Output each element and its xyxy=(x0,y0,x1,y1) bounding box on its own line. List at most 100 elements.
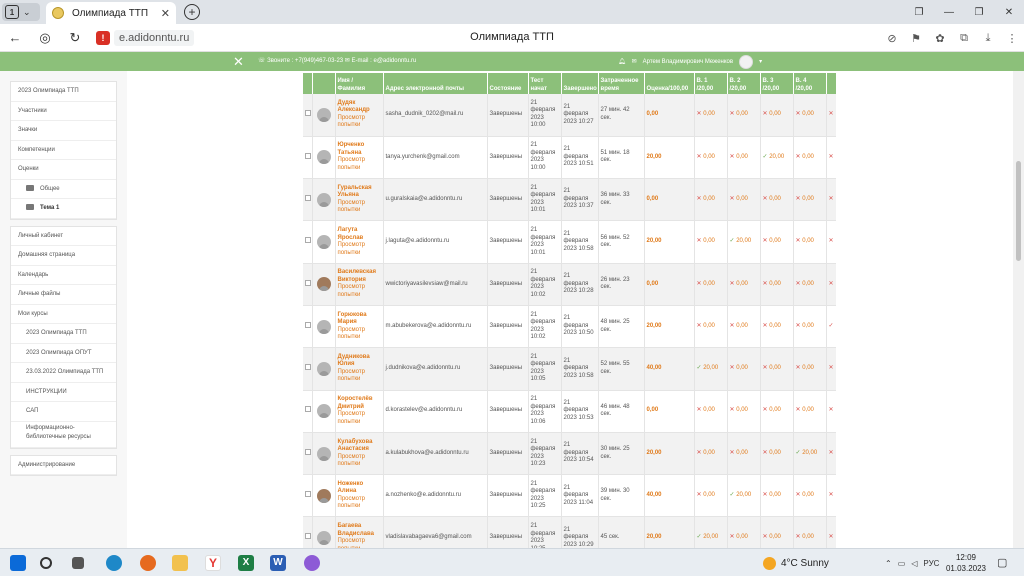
question-score-link[interactable]: 20,00 xyxy=(703,534,718,540)
review-attempt-link[interactable]: Просмотр попытки xyxy=(338,157,381,172)
profile-icon[interactable]: ◎ xyxy=(30,30,60,46)
student-name-link[interactable]: Гуральская Ульяна xyxy=(338,185,381,200)
sidebar-item-folder[interactable]: Общее xyxy=(11,180,116,199)
question-score-link[interactable]: 0,00 xyxy=(802,196,814,202)
question-score-link[interactable]: 0,00 xyxy=(769,492,781,498)
sidebar-item[interactable]: Домашняя страница xyxy=(11,246,116,266)
row-checkbox[interactable] xyxy=(305,152,311,159)
windows-start-icon[interactable] xyxy=(10,555,26,571)
review-attempt-link[interactable]: Просмотр попытки xyxy=(338,538,381,548)
back-icon[interactable]: ← xyxy=(0,30,30,45)
question-score-link[interactable]: 20,00 xyxy=(802,450,817,456)
row-checkbox[interactable] xyxy=(305,110,311,117)
question-score-link[interactable]: 0,00 xyxy=(703,281,715,287)
review-attempt-link[interactable]: Просмотр попытки xyxy=(338,369,381,384)
excel-icon[interactable]: X xyxy=(238,555,254,571)
question-score-link[interactable]: 0,00 xyxy=(769,450,781,456)
review-attempt-link[interactable]: Просмотр попытки xyxy=(338,454,381,469)
header-q4[interactable]: В. 4 /20,00 xyxy=(793,73,827,94)
student-name-link[interactable]: Василевская Виктория xyxy=(338,269,381,284)
row-checkbox[interactable] xyxy=(305,448,311,455)
browser-tab[interactable]: Олимпиада ТТП ✕ xyxy=(46,2,176,24)
chevron-up-icon[interactable]: ⌃ xyxy=(885,559,892,568)
grade-link[interactable]: 20,00 xyxy=(647,450,662,456)
question-score-link[interactable]: 0,00 xyxy=(736,196,748,202)
file-explorer-icon[interactable] xyxy=(172,555,188,571)
student-name-link[interactable]: Багаева Владислава xyxy=(338,523,381,538)
question-score-link[interactable]: 0,00 xyxy=(802,365,814,371)
row-checkbox[interactable] xyxy=(305,533,311,540)
review-attempt-link[interactable]: Просмотр попытки xyxy=(338,115,381,130)
task-view-icon[interactable] xyxy=(72,557,84,569)
grade-link[interactable]: 40,00 xyxy=(647,492,662,498)
close-tab-icon[interactable]: ✕ xyxy=(161,7,170,20)
row-checkbox[interactable] xyxy=(305,194,311,201)
extension-icon[interactable]: ✿ xyxy=(928,32,952,45)
question-score-link[interactable]: 0,00 xyxy=(802,323,814,329)
question-score-link[interactable]: 0,00 xyxy=(703,450,715,456)
network-icon[interactable]: ▭ xyxy=(898,559,906,568)
notification-icon[interactable]: 🔔︎ xyxy=(618,58,626,65)
page-scrollbar[interactable] xyxy=(1013,71,1024,548)
sidebar-item[interactable]: Значки xyxy=(11,121,116,141)
sidebar-item-folder[interactable]: Тема 1 xyxy=(11,199,116,219)
question-score-link[interactable]: 0,00 xyxy=(769,281,781,287)
row-checkbox[interactable] xyxy=(305,364,311,371)
sidebar-item[interactable]: Оценки xyxy=(11,160,116,180)
tab-actions-button[interactable]: 1 ⌄ xyxy=(2,3,40,21)
downloads-icon[interactable]: ⤓ xyxy=(976,32,1000,45)
question-score-link[interactable]: 0,00 xyxy=(703,238,715,244)
grade-link[interactable]: 0,00 xyxy=(647,196,659,202)
url-field[interactable]: e.adidonntu.ru xyxy=(114,29,195,46)
message-icon[interactable]: ✉ xyxy=(632,58,637,65)
minimize-icon[interactable]: — xyxy=(934,7,964,18)
new-tab-button[interactable]: + xyxy=(184,4,200,20)
user-avatar-icon[interactable] xyxy=(316,150,331,165)
header-q3[interactable]: В. 3 /20,00 xyxy=(760,73,794,94)
attempts-table-container[interactable]: Имя / Фамилия Адрес электронной почты Со… xyxy=(303,73,836,548)
question-score-link[interactable]: 0,00 xyxy=(802,238,814,244)
app-icon[interactable] xyxy=(304,555,320,571)
question-score-link[interactable]: 0,00 xyxy=(769,238,781,244)
question-score-link[interactable]: 0,00 xyxy=(703,154,715,160)
chevron-down-icon[interactable]: ▾ xyxy=(759,58,762,65)
sidebar-course-item[interactable]: Информационно-библиотечные ресурсы xyxy=(11,422,116,448)
question-score-link[interactable]: 20,00 xyxy=(703,365,718,371)
student-name-link[interactable]: Дудяк Александр xyxy=(338,100,381,115)
header-spent[interactable]: Затраченное время xyxy=(598,73,645,94)
share-icon[interactable]: ⧉ xyxy=(952,32,976,45)
reload-icon[interactable]: ↻ xyxy=(60,30,90,46)
clock[interactable]: 12:09 01.03.2023 xyxy=(942,552,990,574)
language-indicator[interactable]: РУС xyxy=(923,559,939,568)
user-avatar-icon[interactable] xyxy=(316,235,331,250)
header-q2[interactable]: В. 2 /20,00 xyxy=(727,73,761,94)
question-score-link[interactable]: 0,00 xyxy=(703,492,715,498)
sidebar-course-item[interactable]: 23.03.2022 Олимпиада ТТП xyxy=(11,363,116,383)
sidebar-item[interactable]: Компетенции xyxy=(11,141,116,160)
volume-icon[interactable]: ◁ xyxy=(911,559,917,568)
question-score-link[interactable]: 0,00 xyxy=(736,154,748,160)
question-score-link[interactable]: 0,00 xyxy=(703,196,715,202)
question-score-link[interactable]: 20,00 xyxy=(769,154,784,160)
translate-icon[interactable]: ⊘ xyxy=(880,32,904,45)
user-avatar-icon[interactable] xyxy=(316,107,331,122)
restore-icon[interactable]: ❐ xyxy=(964,7,994,18)
notifications-icon[interactable]: ▢ xyxy=(997,556,1007,569)
user-avatar-icon[interactable] xyxy=(316,192,331,207)
header-q1[interactable]: В. 1 /20,00 xyxy=(694,73,728,94)
grade-link[interactable]: 0,00 xyxy=(647,407,659,413)
search-icon[interactable] xyxy=(40,557,52,569)
header-started[interactable]: Тест начат xyxy=(528,73,562,94)
question-score-link[interactable]: 0,00 xyxy=(736,407,748,413)
header-q5[interactable] xyxy=(826,73,836,94)
user-avatar[interactable] xyxy=(739,54,754,69)
question-score-link[interactable]: 0,00 xyxy=(802,281,814,287)
sidebar-item[interactable]: 2023 Олимпиада ТТП xyxy=(11,82,116,102)
user-avatar-icon[interactable] xyxy=(316,404,331,419)
grade-link[interactable]: 20,00 xyxy=(647,154,662,160)
student-name-link[interactable]: Коростелёв Дмитрий xyxy=(338,396,381,411)
sidebar-item[interactable]: Личный кабинет xyxy=(11,227,116,246)
question-score-link[interactable]: 0,00 xyxy=(736,450,748,456)
header-finished[interactable]: Завершено xyxy=(561,73,599,94)
user-menu[interactable]: 🔔︎ ✉ Артем Владимирович Меженков ▾ xyxy=(618,52,762,71)
